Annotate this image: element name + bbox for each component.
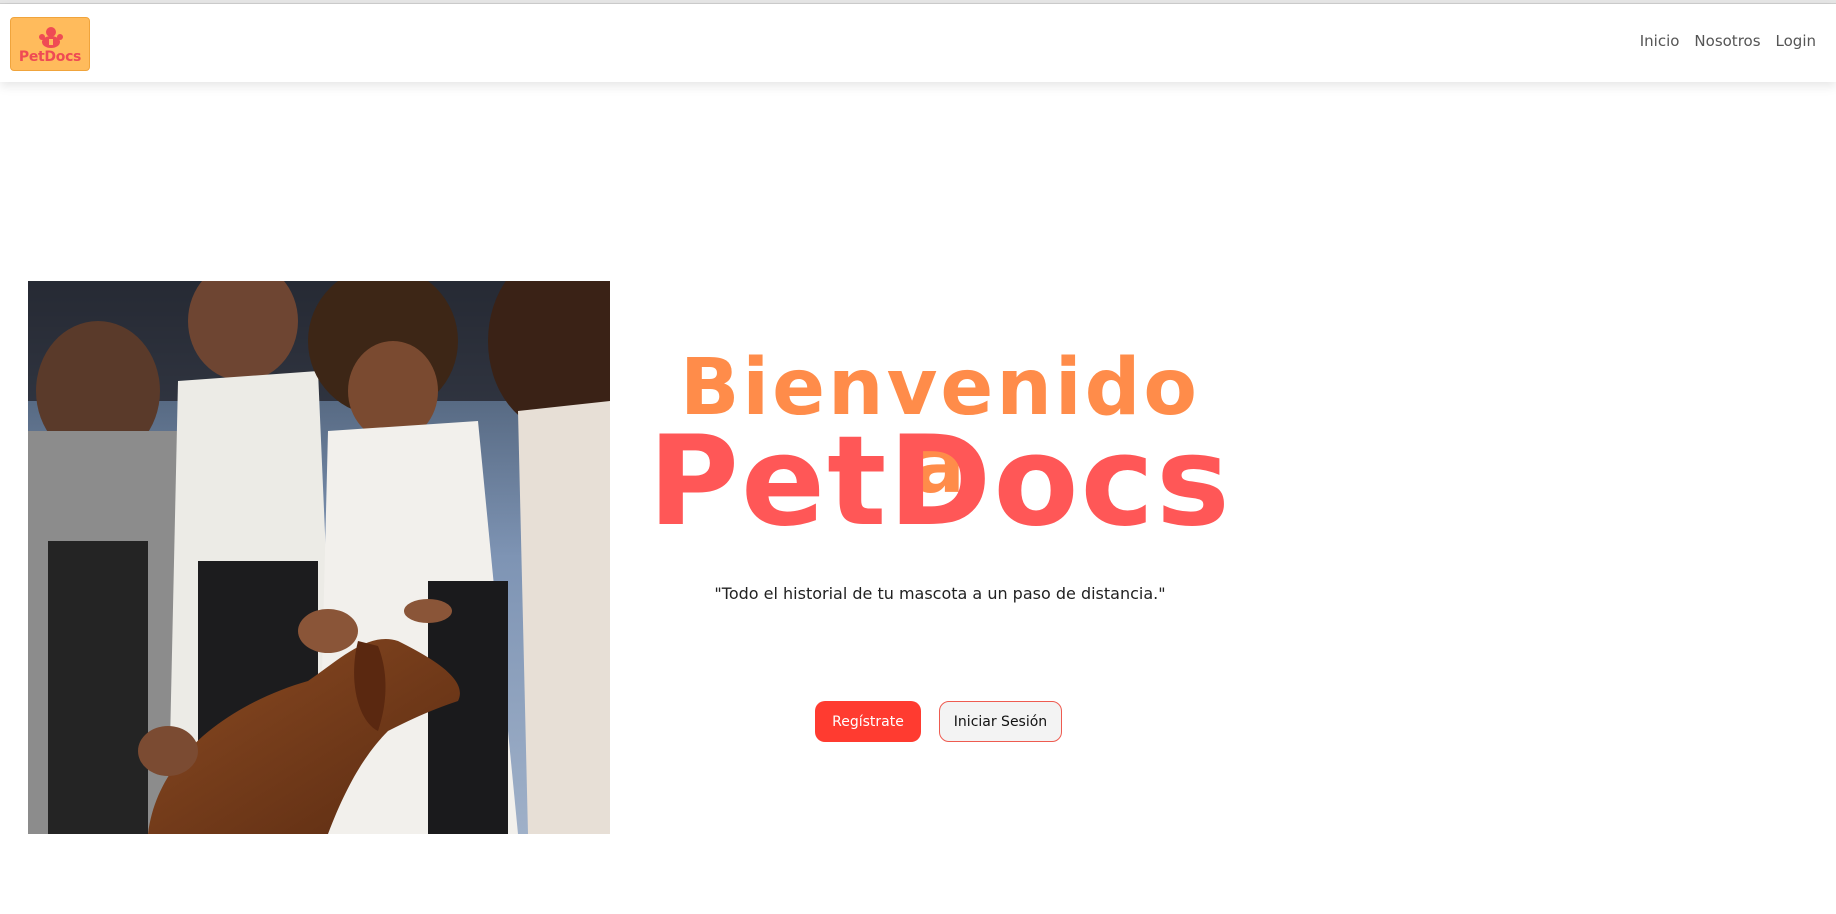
logo-text: PetDocs	[18, 49, 82, 65]
hero-photo-illustration	[28, 281, 610, 834]
login-button[interactable]: Iniciar Sesión	[939, 701, 1062, 742]
nav-link-nosotros[interactable]: Nosotros	[1694, 32, 1760, 50]
pet-logo-icon	[39, 27, 63, 48]
nav-menu: Inicio Nosotros Login	[1640, 32, 1816, 50]
hero-family-dog-photo	[28, 281, 610, 834]
petdocs-logo[interactable]: PetDocs	[10, 17, 90, 71]
brand-heading: PetDocs	[648, 410, 1232, 554]
nav-link-inicio[interactable]: Inicio	[1640, 32, 1680, 50]
register-button[interactable]: Regístrate	[815, 701, 921, 742]
nav-link-login[interactable]: Login	[1776, 32, 1816, 50]
tagline: "Todo el historial de tu mascota a un pa…	[714, 584, 1166, 603]
navbar: PetDocs Inicio Nosotros Login	[0, 4, 1836, 82]
